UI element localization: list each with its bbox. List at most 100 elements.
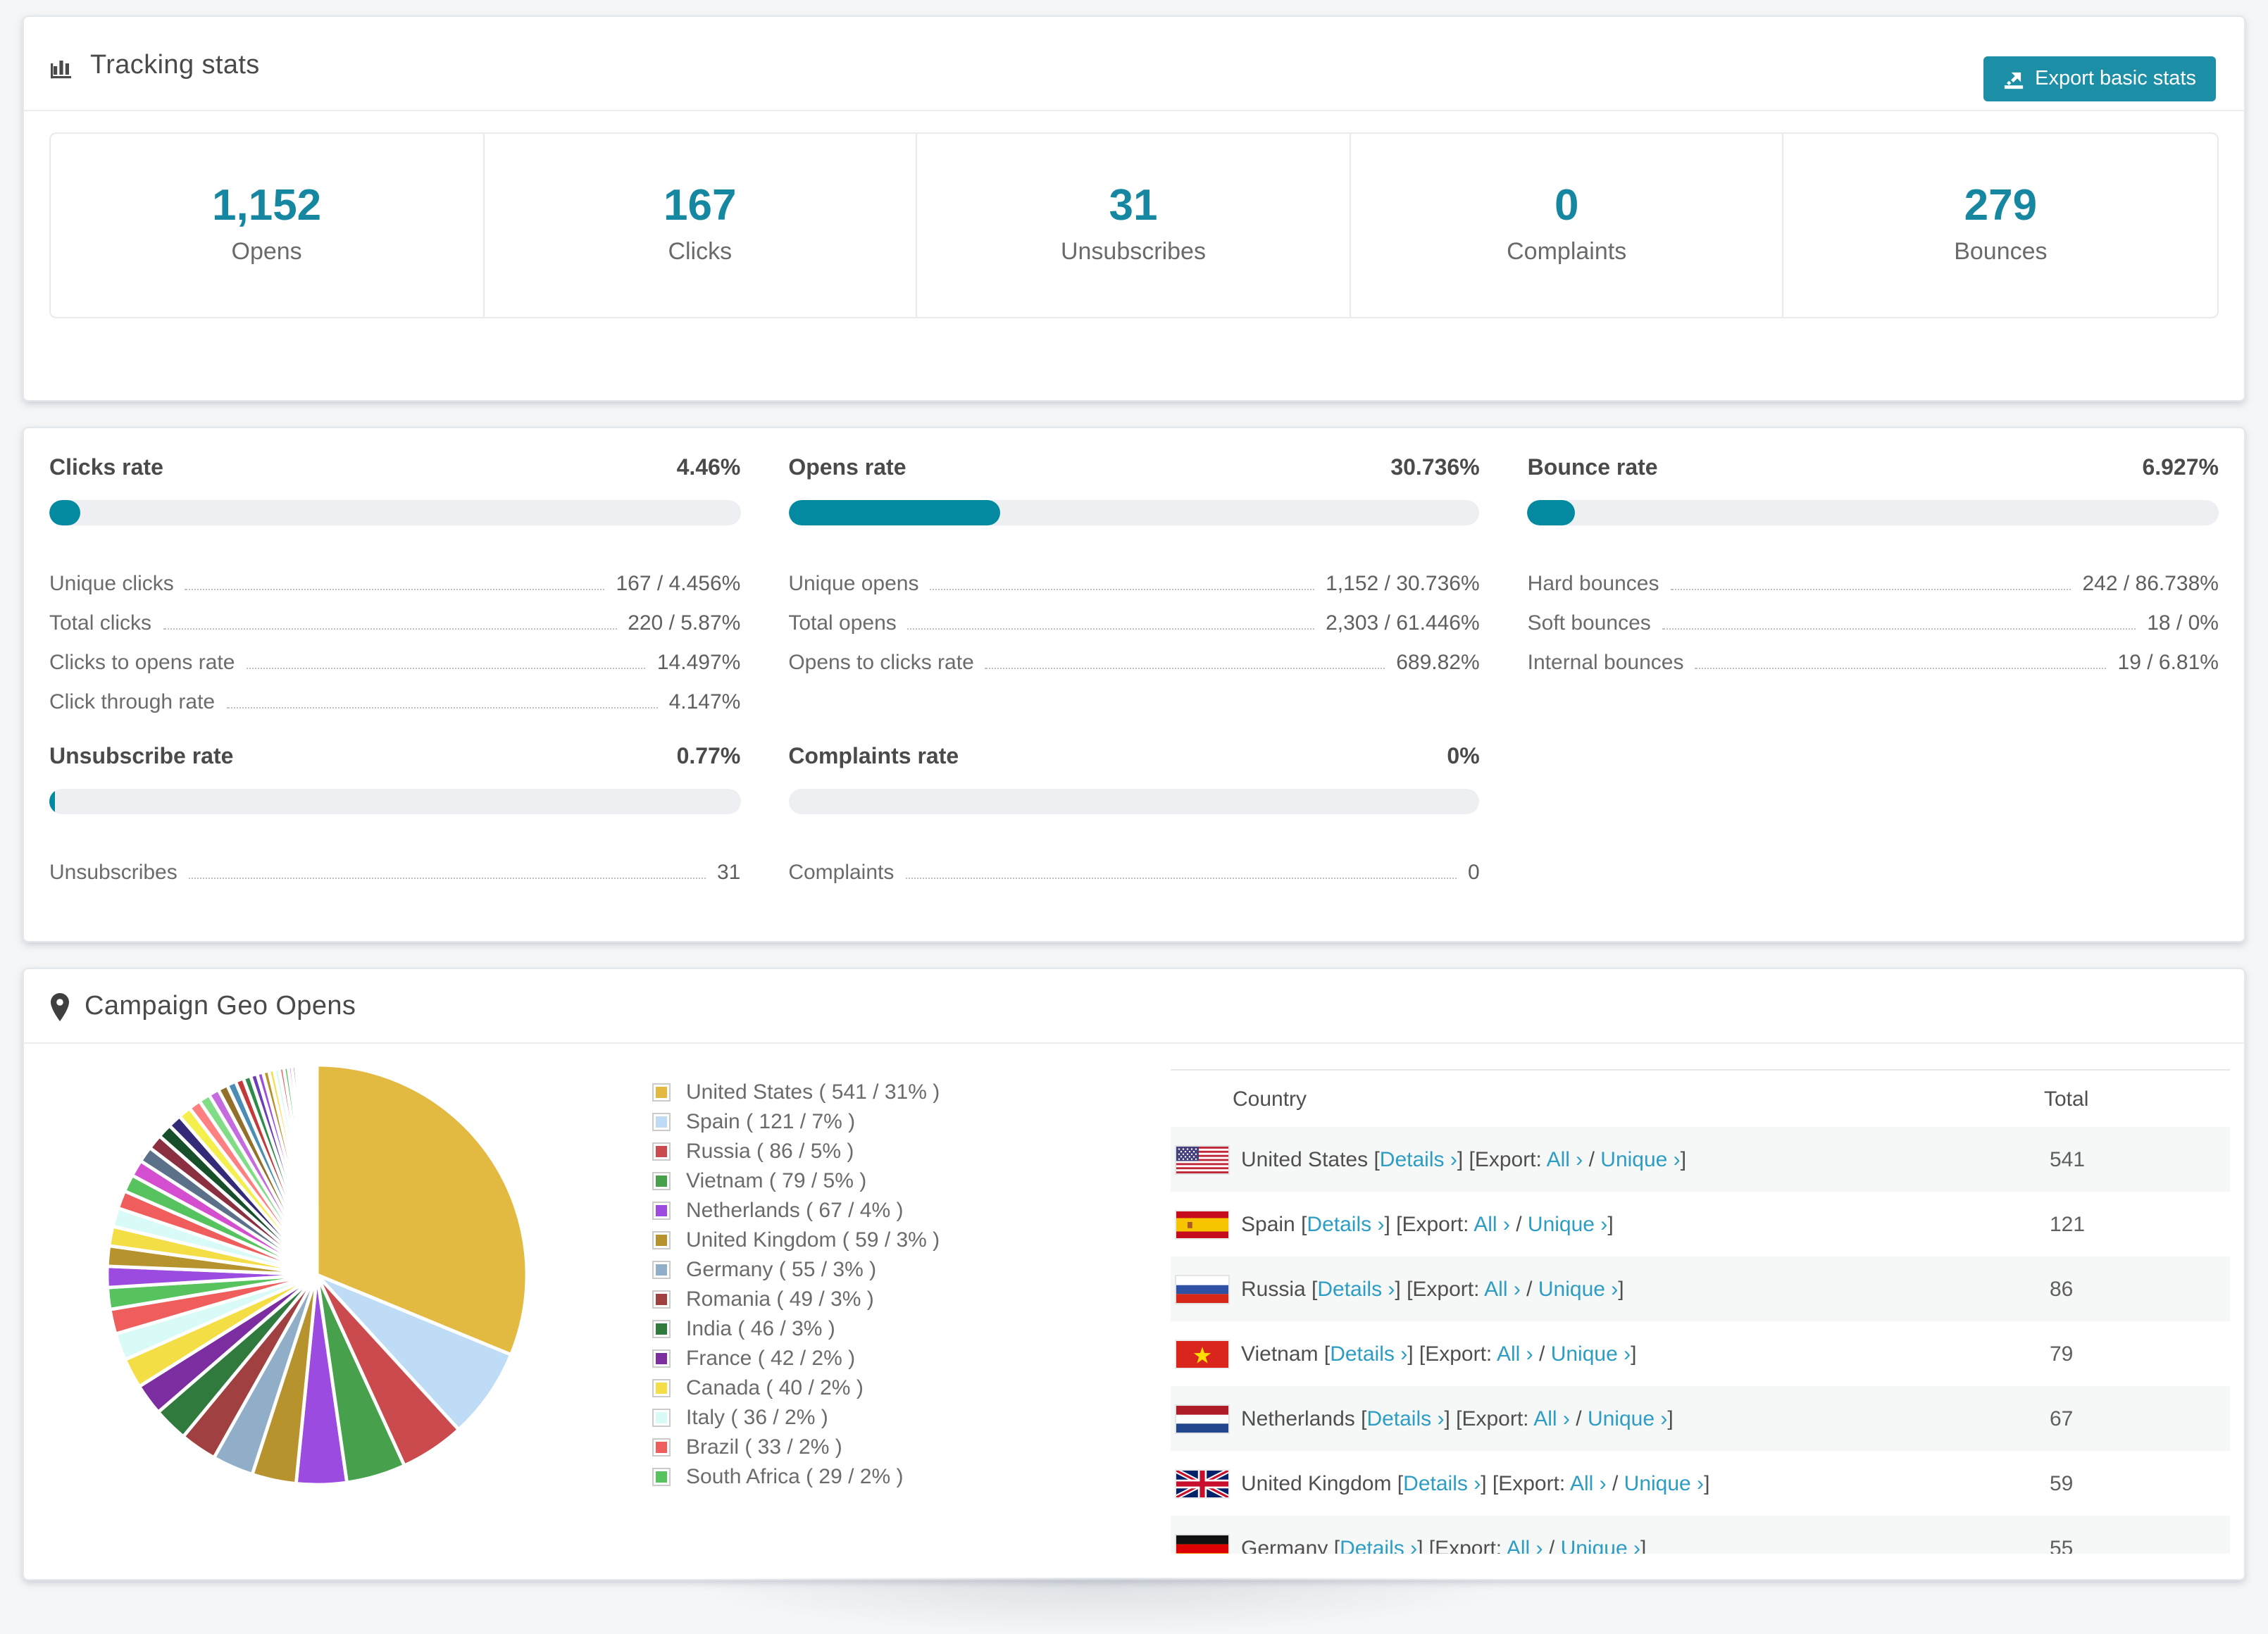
legend-label: Russia ( 86 / 5% ) [686,1140,854,1164]
detail-row: Click through rate 4.147% [49,675,740,714]
detail-row: Complaints 0 [788,845,1479,885]
export-all-link[interactable]: All › [1473,1212,1510,1236]
legend-item: Spain ( 121 / 7% ) [652,1107,940,1137]
country-flag-icon [1176,1276,1228,1302]
detail-value: 19 / 6.81% [2117,651,2219,675]
export-unique-link[interactable]: Unique › [1561,1536,1640,1554]
country-flag-icon [1176,1405,1228,1432]
progress-bar-fill [788,500,1001,525]
detail-row: Soft bounces 18 / 0% [1528,596,2219,635]
progress-bar [49,789,741,814]
legend-label: Italy ( 36 / 2% ) [686,1406,828,1430]
legend-label: France ( 42 / 2% ) [686,1347,856,1371]
legend-swatch [652,1142,671,1161]
rate-details: Unique clicks 167 / 4.456% Total clicks … [49,556,740,714]
rate-details: Unique opens 1,152 / 30.736% Total opens… [788,556,1479,675]
progress-bar [788,789,1480,814]
legend-item: Romania ( 49 / 3% ) [652,1285,940,1314]
progress-bar [788,500,1480,525]
legend-swatch [652,1290,671,1309]
total-cell: 121 [2050,1212,2086,1236]
total-cell: 59 [2050,1471,2074,1495]
export-unique-link[interactable]: Unique › [1600,1147,1680,1171]
country-flag-icon [1176,1146,1228,1173]
legend-item: Brazil ( 33 / 2% ) [652,1433,940,1462]
rate-details: Unsubscribes 31 [49,845,740,885]
country-cell: Russia [Details ›] [Export: All › / Uniq… [1241,1277,1624,1301]
legend-label: Canada ( 40 / 2% ) [686,1376,864,1400]
progress-bar [49,500,741,525]
detail-value: 14.497% [656,651,741,675]
progress-bar-fill [1527,500,1576,525]
export-all-link[interactable]: All › [1533,1407,1570,1430]
export-unique-link[interactable]: Unique › [1588,1407,1667,1430]
legend-swatch [652,1409,671,1427]
total-cell: 541 [2050,1147,2086,1171]
detail-value: 689.82% [1396,651,1480,675]
legend-swatch [652,1320,671,1338]
detail-row: Unsubscribes 31 [49,845,740,885]
legend-item: France ( 42 / 2% ) [652,1344,940,1373]
country-cell: Vietnam [Details ›] [Export: All › / Uni… [1241,1342,1637,1366]
legend-item: Canada ( 40 / 2% ) [652,1373,940,1403]
rate-title: Bounce rate [1527,456,1658,480]
detail-value: 242 / 86.738% [2082,572,2219,596]
export-all-link[interactable]: All › [1570,1471,1607,1495]
details-link[interactable]: Details › [1317,1277,1395,1301]
country-flag-icon [1176,1211,1228,1237]
tracking-stats-header: Tracking stats Export basic stats [24,17,2244,111]
page-title: Tracking stats [90,51,260,80]
legend-item: United Kingdom ( 59 / 3% ) [652,1226,940,1255]
geo-table-header: Country Total [1171,1071,2230,1127]
export-unique-link[interactable]: Unique › [1551,1342,1631,1366]
detail-row: Clicks to opens rate 14.497% [49,635,740,675]
stat-label: Complaints [1507,238,1627,265]
stat-box: 31 Unsubscribes [917,134,1351,317]
detail-label: Unsubscribes [49,861,177,885]
country-cell: United Kingdom [Details ›] [Export: All … [1241,1471,1710,1495]
details-link[interactable]: Details › [1366,1407,1444,1430]
stat-value: 0 [1554,180,1579,230]
country-cell: United States [Details ›] [Export: All ›… [1241,1147,1687,1171]
export-all-link[interactable]: All › [1507,1536,1543,1554]
detail-label: Complaints [788,861,895,885]
pie-legend: United States ( 541 / 31% ) Spain ( 121 … [652,1078,940,1492]
details-link[interactable]: Details › [1380,1147,1457,1171]
table-row: United States [Details ›] [Export: All ›… [1171,1127,2230,1192]
bar-chart-icon [49,54,76,78]
legend-label: Germany ( 55 / 3% ) [686,1258,877,1282]
details-link[interactable]: Details › [1307,1212,1384,1236]
stats-summary-row: 1,152 Opens 167 Clicks 31 Unsubscribes 0… [49,132,2219,318]
details-link[interactable]: Details › [1403,1471,1481,1495]
export-basic-stats-button[interactable]: Export basic stats [1983,56,2216,101]
stat-box: 279 Bounces [1784,134,2217,317]
geo-table-rows: United States [Details ›] [Export: All ›… [1171,1127,2230,1554]
export-all-link[interactable]: All › [1497,1342,1533,1366]
legend-label: India ( 46 / 3% ) [686,1317,835,1341]
detail-value: 220 / 5.87% [628,611,741,635]
export-all-link[interactable]: All › [1547,1147,1583,1171]
detail-row: Total opens 2,303 / 61.446% [788,596,1479,635]
detail-value: 31 [716,861,741,885]
rate-title: Clicks rate [49,456,163,480]
geo-opens-card: Campaign Geo Opens United States ( 541 /… [23,968,2245,1580]
rate-value: 6.927% [2142,456,2219,480]
export-unique-link[interactable]: Unique › [1538,1277,1618,1301]
table-row: Netherlands [Details ›] [Export: All › /… [1171,1386,2230,1451]
export-unique-link[interactable]: Unique › [1624,1471,1704,1495]
export-all-link[interactable]: All › [1484,1277,1521,1301]
details-link[interactable]: Details › [1340,1536,1417,1554]
legend-item: United States ( 541 / 31% ) [652,1078,940,1107]
legend-label: Netherlands ( 67 / 4% ) [686,1199,904,1223]
legend-swatch [652,1438,671,1457]
dotted-leader [163,628,617,630]
rate-title: Complaints rate [788,745,959,769]
export-unique-link[interactable]: Unique › [1528,1212,1607,1236]
detail-row: Hard bounces 242 / 86.738% [1528,556,2219,596]
stat-label: Clicks [668,238,733,265]
pie-slice[interactable] [314,1063,319,1276]
legend-item: South Africa ( 29 / 2% ) [652,1462,940,1492]
dotted-leader [930,589,1315,590]
dotted-leader [1662,628,2136,630]
details-link[interactable]: Details › [1330,1342,1407,1366]
